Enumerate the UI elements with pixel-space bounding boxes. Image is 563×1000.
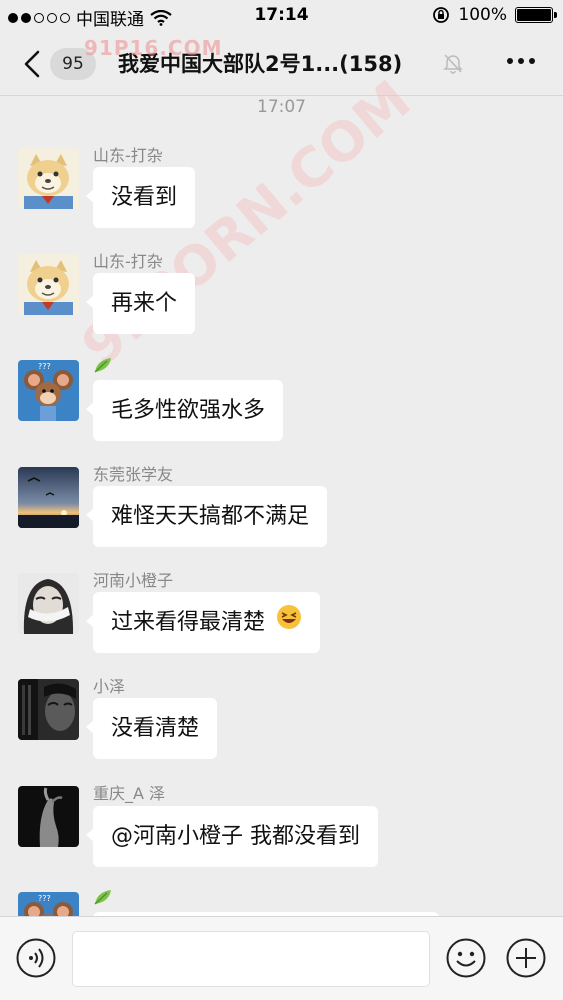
message-bubble[interactable]: 没看清楚 [85, 698, 218, 759]
chat-header: 95 我爱中国大部队2号1...(158) [0, 32, 563, 96]
svg-text:???: ??? [38, 362, 51, 371]
message-bubble[interactable]: 难怪天天搞都不满足 [85, 486, 328, 547]
status-bar: 中国联通 17:14 100% [0, 0, 563, 32]
back-chevron-icon[interactable] [18, 46, 48, 82]
hand-photo-avatar[interactable] [18, 786, 79, 847]
sender-name: 小泽 [93, 677, 126, 696]
sender-name: 山东-打杂 [93, 146, 163, 165]
leaf-icon [94, 890, 111, 905]
message-bubble[interactable]: @河南小橙子 我都没看到 [86, 806, 378, 867]
sender-name: 山东-打杂 [93, 252, 163, 271]
battery-icon [515, 7, 557, 23]
chat-timestamp: 17:07 [257, 97, 306, 117]
cartoon-mouse-avatar[interactable]: ??? [18, 360, 79, 421]
mute-bell-icon [443, 54, 463, 74]
rotation-lock-icon [433, 7, 450, 23]
message-input[interactable] [72, 931, 430, 987]
unread-count-badge[interactable]: 95 [50, 48, 96, 80]
page-title: 我爱中国大部队2号1...(158) [118, 52, 403, 76]
leaf-icon [94, 358, 111, 373]
message-bubble[interactable]: 再来个 [85, 273, 196, 334]
more-options-icon[interactable] [507, 58, 535, 64]
girl-photo-avatar[interactable] [18, 573, 79, 634]
emoji-icon[interactable] [446, 938, 486, 978]
cartoon-dog-avatar[interactable] [18, 254, 79, 315]
message-bubble[interactable]: 过来看得最清楚 [85, 592, 321, 654]
voice-input-icon[interactable] [16, 938, 56, 978]
dark-photo-avatar[interactable] [18, 679, 79, 740]
message-text: 过来看得最清楚 [111, 610, 266, 635]
sender-name: 重庆_A 泽 [93, 784, 166, 803]
message-bubble[interactable]: 没看到 [85, 167, 196, 228]
battery-percent: 100% [458, 5, 507, 25]
sender-name: 东莞张学友 [93, 465, 174, 484]
cartoon-dog-avatar[interactable] [18, 148, 79, 209]
sender-name: 河南小橙子 [93, 571, 174, 590]
add-icon[interactable] [506, 938, 546, 978]
message-bubble[interactable]: 毛多性欲强水多 [85, 380, 284, 441]
sunset-avatar[interactable] [18, 467, 79, 528]
grin-emoji-icon [276, 593, 302, 654]
svg-text:???: ??? [38, 894, 51, 903]
input-bar [0, 916, 563, 1000]
